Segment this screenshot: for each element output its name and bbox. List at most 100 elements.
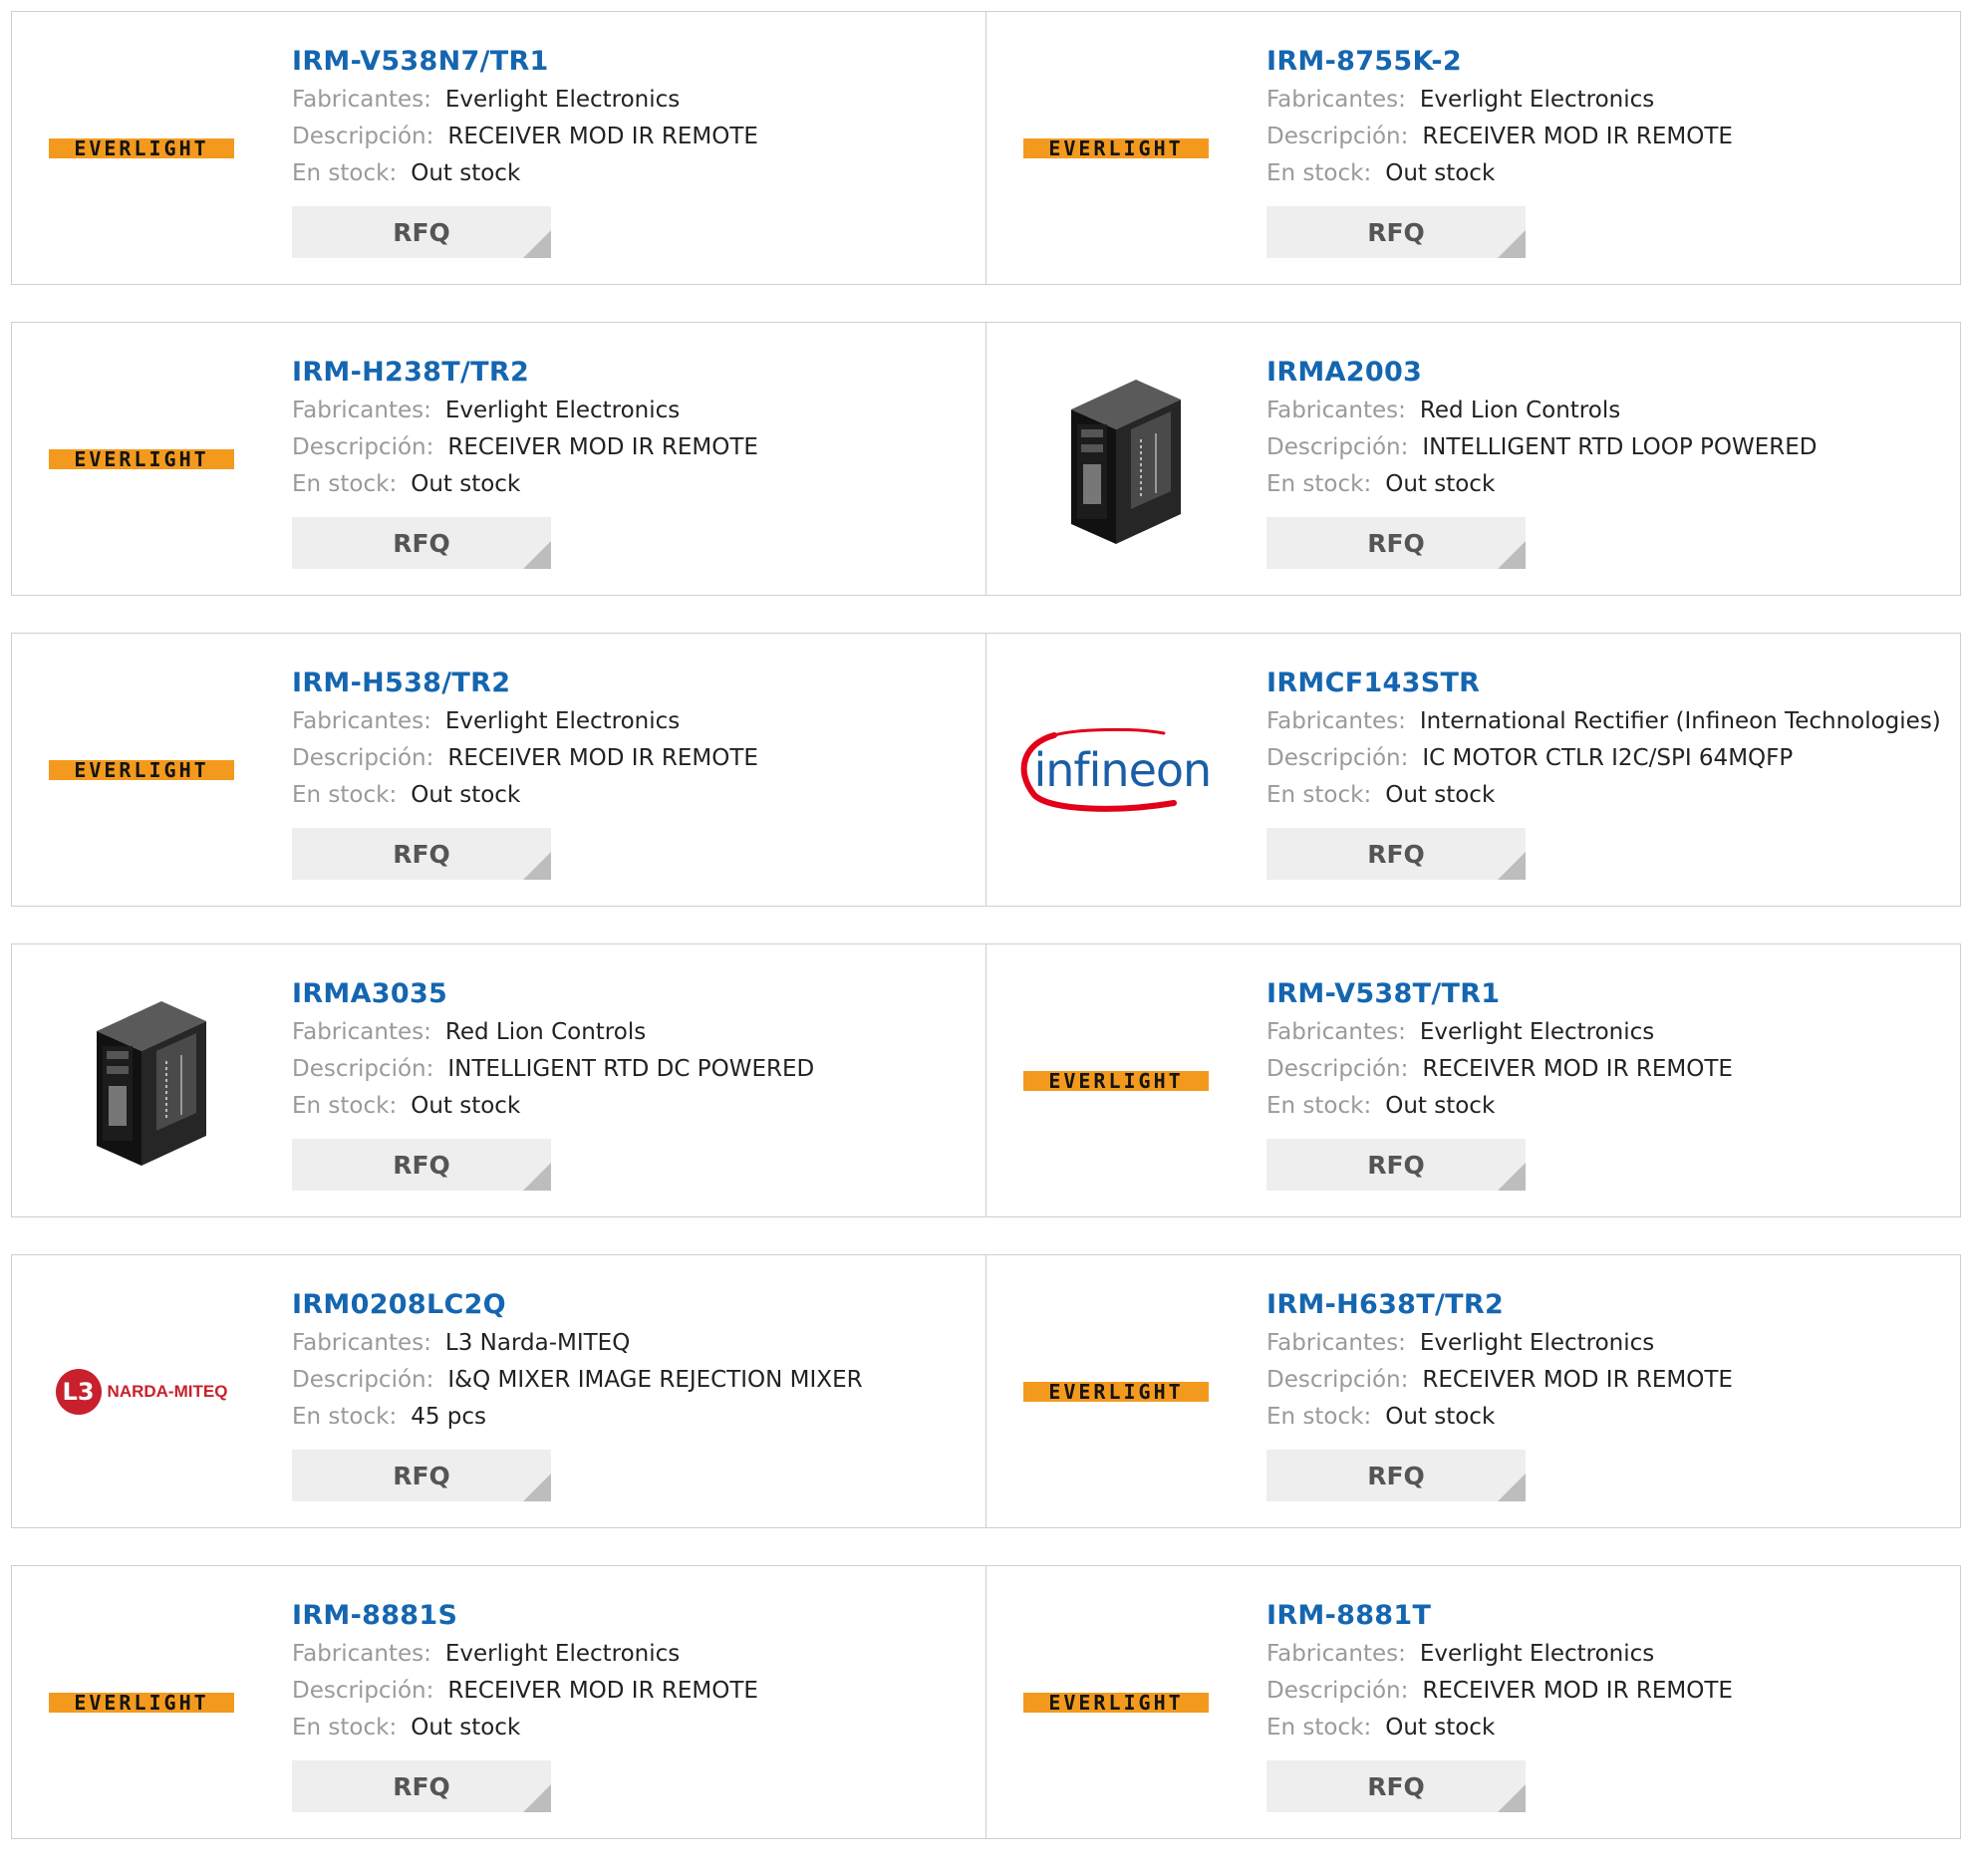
- description-field: Descripción: RECEIVER MOD IR REMOTE: [1266, 1051, 1733, 1088]
- product-info: IRM-H538/TR2 Fabricantes: Everlight Elect…: [292, 664, 758, 880]
- stock-value: Out stock: [1385, 1404, 1496, 1430]
- l3-badge-icon: L3: [55, 1368, 102, 1415]
- description-label: Descripción:: [292, 1678, 434, 1704]
- manufacturer-logo[interactable]: L3 NARDA-MITEQ: [37, 1255, 246, 1527]
- description-label: Descripción:: [292, 1056, 434, 1082]
- manufacturer-logo[interactable]: infineon: [1011, 634, 1221, 906]
- rfq-button[interactable]: RFQ: [1266, 206, 1526, 258]
- rfq-button[interactable]: RFQ: [1266, 1760, 1526, 1812]
- manufacturer-logo[interactable]: EVERLIGHT: [1011, 944, 1221, 1216]
- manufacturer-field: Fabricantes: Everlight Electronics: [1266, 1325, 1733, 1362]
- everlight-logo-text: EVERLIGHT: [74, 1690, 209, 1715]
- rfq-label: RFQ: [1367, 1771, 1425, 1801]
- part-number-link[interactable]: IRM-H238T/TR2: [292, 353, 758, 393]
- manufacturer-value: Everlight Electronics: [444, 87, 681, 113]
- stock-field: En stock: Out stock: [1266, 1710, 1733, 1746]
- manufacturer-value: International Rectifier (Infineon Techno…: [1419, 708, 1941, 734]
- description-value: RECEIVER MOD IR REMOTE: [1422, 1678, 1733, 1704]
- manufacturer-label: Fabricantes:: [292, 1641, 431, 1667]
- product-row: IRMA3035 Fabricantes: Red Lion Controls D…: [11, 943, 1962, 1217]
- stock-label: En stock:: [1266, 1093, 1372, 1119]
- manufacturer-logo[interactable]: EVERLIGHT: [37, 323, 246, 595]
- product-info: IRMA2003 Fabricantes: Red Lion Controls D…: [1266, 353, 1818, 569]
- stock-field: En stock: Out stock: [292, 155, 758, 192]
- rfq-button[interactable]: RFQ: [1266, 1450, 1526, 1501]
- manufacturer-logo[interactable]: EVERLIGHT: [37, 634, 246, 906]
- part-number-link[interactable]: IRMCF143STR: [1266, 664, 1941, 703]
- part-number-link[interactable]: IRM-8755K-2: [1266, 42, 1733, 82]
- product-card: IRMA2003 Fabricantes: Red Lion Controls D…: [985, 322, 1961, 596]
- description-label: Descripción:: [292, 1367, 434, 1393]
- rfq-label: RFQ: [393, 1771, 450, 1801]
- description-field: Descripción: INTELLIGENT RTD LOOP POWERED: [1266, 429, 1818, 466]
- rfq-button[interactable]: RFQ: [292, 828, 551, 880]
- rfq-button[interactable]: RFQ: [292, 517, 551, 569]
- everlight-logo-text: EVERLIGHT: [74, 135, 209, 160]
- rfq-label: RFQ: [393, 528, 450, 558]
- part-number-link[interactable]: IRM-H638T/TR2: [1266, 1285, 1733, 1325]
- corner-triangle-icon: [1498, 541, 1526, 569]
- stock-label: En stock:: [1266, 1715, 1372, 1741]
- description-label: Descripción:: [1266, 124, 1409, 149]
- stock-label: En stock:: [1266, 1404, 1372, 1430]
- rfq-button[interactable]: RFQ: [292, 1760, 551, 1812]
- stock-field: En stock: Out stock: [1266, 155, 1733, 192]
- manufacturer-logo[interactable]: EVERLIGHT: [1011, 1566, 1221, 1838]
- part-number-link[interactable]: IRM-V538T/TR1: [1266, 974, 1733, 1014]
- everlight-logo: EVERLIGHT: [1023, 1070, 1209, 1091]
- product-card: EVERLIGHT IRM-8755K-2 Fabricantes: Everli…: [985, 11, 1961, 285]
- description-value: INTELLIGENT RTD LOOP POWERED: [1422, 434, 1818, 460]
- manufacturer-label: Fabricantes:: [1266, 1330, 1406, 1356]
- manufacturer-label: Fabricantes:: [1266, 708, 1406, 734]
- manufacturer-field: Fabricantes: Everlight Electronics: [1266, 82, 1733, 119]
- product-card: IRMA3035 Fabricantes: Red Lion Controls D…: [11, 943, 986, 1217]
- manufacturer-label: Fabricantes:: [292, 708, 431, 734]
- rfq-label: RFQ: [393, 1461, 450, 1490]
- stock-field: En stock: Out stock: [292, 466, 758, 503]
- stock-value: Out stock: [411, 471, 521, 497]
- product-card: EVERLIGHT IRM-V538N7/TR1 Fabricantes: Eve…: [11, 11, 986, 285]
- stock-value: Out stock: [411, 1715, 521, 1741]
- manufacturer-logo[interactable]: EVERLIGHT: [1011, 12, 1221, 284]
- rfq-button[interactable]: RFQ: [292, 1139, 551, 1191]
- manufacturer-field: Fabricantes: L3 Narda-MITEQ: [292, 1325, 863, 1362]
- manufacturer-logo[interactable]: EVERLIGHT: [1011, 1255, 1221, 1527]
- part-number-link[interactable]: IRM-V538N7/TR1: [292, 42, 758, 82]
- everlight-logo-text: EVERLIGHT: [74, 757, 209, 782]
- rfq-button[interactable]: RFQ: [1266, 517, 1526, 569]
- manufacturer-logo[interactable]: EVERLIGHT: [37, 12, 246, 284]
- part-number-link[interactable]: IRM-H538/TR2: [292, 664, 758, 703]
- rfq-label: RFQ: [393, 217, 450, 247]
- rfq-label: RFQ: [1367, 1150, 1425, 1180]
- product-info: IRMA3035 Fabricantes: Red Lion Controls D…: [292, 974, 814, 1191]
- manufacturer-label: Fabricantes:: [292, 1019, 431, 1045]
- everlight-logo-text: EVERLIGHT: [1048, 135, 1184, 160]
- part-number-link[interactable]: IRM-8881S: [292, 1596, 758, 1636]
- rfq-button[interactable]: RFQ: [292, 1450, 551, 1501]
- stock-field: En stock: Out stock: [1266, 466, 1818, 503]
- manufacturer-logo[interactable]: [37, 944, 246, 1216]
- rfq-label: RFQ: [393, 1150, 450, 1180]
- rfq-button[interactable]: RFQ: [1266, 828, 1526, 880]
- corner-triangle-icon: [523, 230, 551, 258]
- part-number-link[interactable]: IRM0208LC2Q: [292, 1285, 863, 1325]
- rfq-button[interactable]: RFQ: [1266, 1139, 1526, 1191]
- description-label: Descripción:: [1266, 1678, 1409, 1704]
- corner-triangle-icon: [1498, 230, 1526, 258]
- manufacturer-logo[interactable]: [1011, 323, 1221, 595]
- stock-field: En stock: Out stock: [292, 777, 758, 814]
- manufacturer-logo[interactable]: EVERLIGHT: [37, 1566, 246, 1838]
- manufacturer-label: Fabricantes:: [292, 87, 431, 113]
- manufacturer-value: Everlight Electronics: [1419, 1019, 1655, 1045]
- part-number-link[interactable]: IRMA3035: [292, 974, 814, 1014]
- part-number-link[interactable]: IRM-8881T: [1266, 1596, 1733, 1636]
- product-card: EVERLIGHT IRM-H238T/TR2 Fabricantes: Ever…: [11, 322, 986, 596]
- manufacturer-field: Fabricantes: Everlight Electronics: [1266, 1014, 1733, 1051]
- description-label: Descripción:: [292, 434, 434, 460]
- stock-value: Out stock: [411, 782, 521, 808]
- part-number-link[interactable]: IRMA2003: [1266, 353, 1818, 393]
- rfq-label: RFQ: [1367, 839, 1425, 869]
- rfq-button[interactable]: RFQ: [292, 206, 551, 258]
- rfq-label: RFQ: [1367, 528, 1425, 558]
- everlight-logo-text: EVERLIGHT: [74, 446, 209, 471]
